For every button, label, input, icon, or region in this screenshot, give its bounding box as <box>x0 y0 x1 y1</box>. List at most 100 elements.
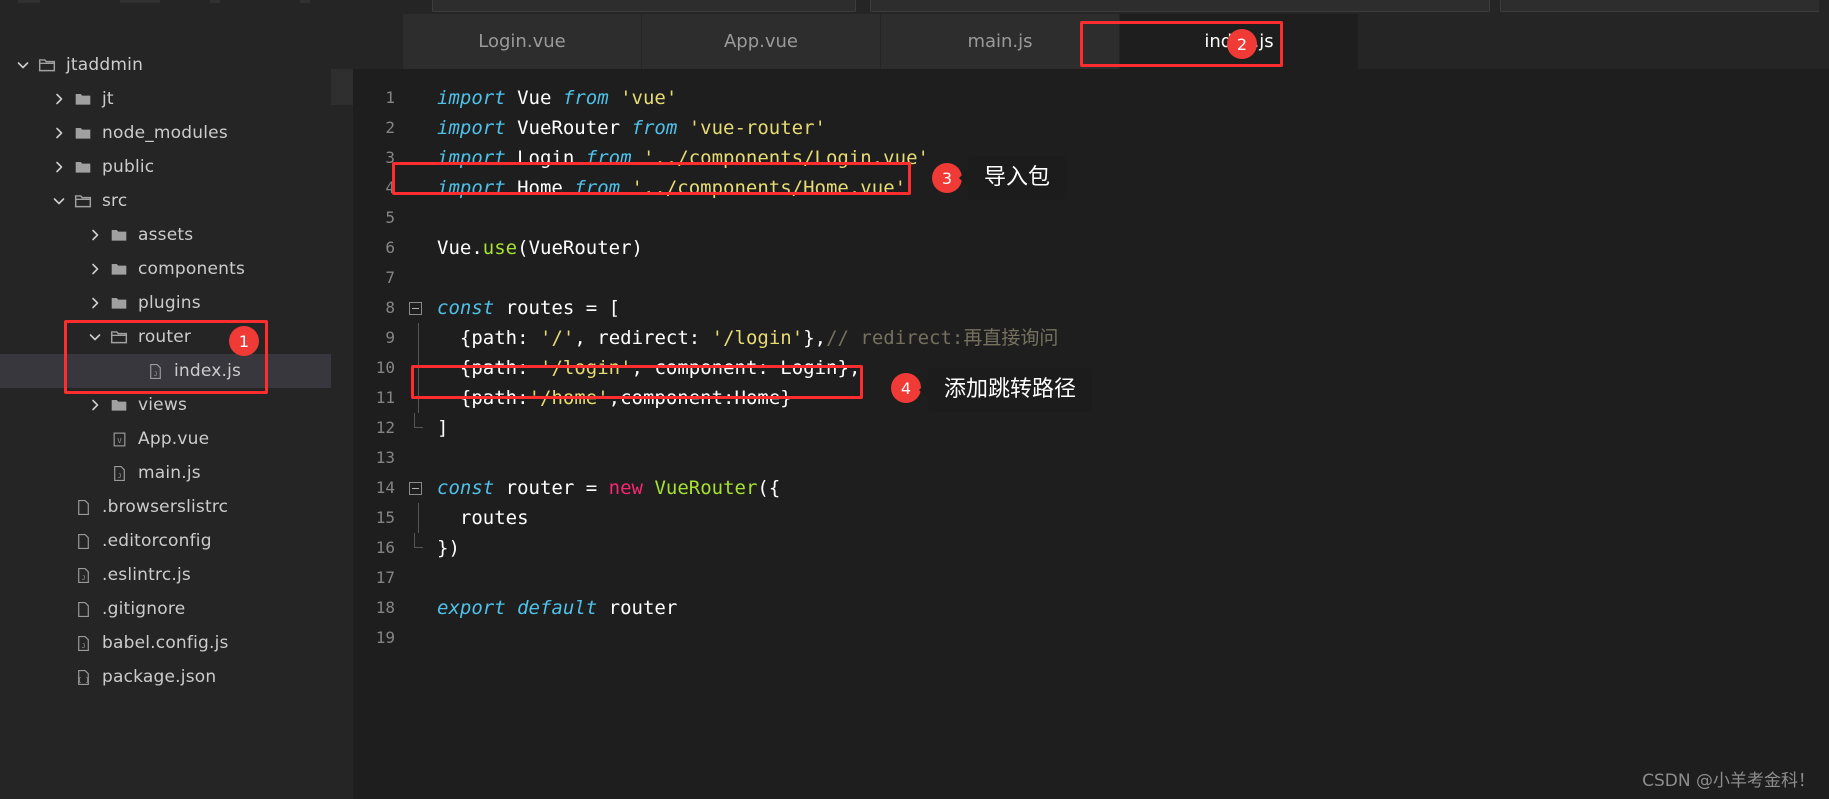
chevron-down-icon[interactable] <box>86 328 104 346</box>
explorer-item-eslintrc-js[interactable]: J .eslintrc.js <box>0 558 331 592</box>
explorer-item-components[interactable]: components <box>0 252 331 286</box>
badge-4: 4 <box>891 373 921 403</box>
chevron-down-icon[interactable] <box>50 192 68 210</box>
chevron-right-icon[interactable] <box>86 294 104 312</box>
chevron-right-icon[interactable] <box>50 158 68 176</box>
explorer-item-gitignore[interactable]: .gitignore <box>0 592 331 626</box>
explorer-item-label: .browserslistrc <box>102 497 229 517</box>
explorer-item-package-json[interactable]: { } package.json <box>0 660 331 694</box>
explorer-item-src[interactable]: src <box>0 184 331 218</box>
plain-file-icon <box>72 531 94 551</box>
explorer-item-index-js[interactable]: Jindex.js <box>0 354 331 388</box>
code-line-text: import Login from '../components/Login.v… <box>437 147 929 169</box>
explorer-item-router[interactable]: router <box>0 320 331 354</box>
code-line[interactable]: 5 <box>353 203 1829 233</box>
badge-1: 1 <box>229 326 259 356</box>
explorer-item-editorconfig[interactable]: .editorconfig <box>0 524 331 558</box>
explorer-item-views[interactable]: views <box>0 388 331 422</box>
explorer-file-tree[interactable]: jtaddmin jt node_modulespublic src assets com… <box>0 14 331 799</box>
code-line[interactable]: 18 export default router <box>353 593 1829 623</box>
code-line[interactable]: 7 <box>353 263 1829 293</box>
chevron-right-icon[interactable] <box>50 90 68 108</box>
line-number: 16 <box>375 538 395 557</box>
explorer-item-label: src <box>102 191 128 211</box>
svg-text:J: J <box>81 573 85 581</box>
editor-tab-label: Login.vue <box>478 31 566 52</box>
tab-bar-leading-space <box>331 14 403 69</box>
explorer-item-label: public <box>102 157 155 177</box>
js-file-icon: J <box>108 463 130 483</box>
code-line[interactable]: 1 import Vue from 'vue' <box>353 83 1829 113</box>
explorer-item-jtaddmin[interactable]: jtaddmin <box>0 48 331 82</box>
line-number: 13 <box>375 448 395 467</box>
code-line-text: ] <box>437 417 449 439</box>
editor-tab-bar[interactable]: Login.vueApp.vuemain.jsindex.js <box>331 14 1829 69</box>
explorer-item-app-vue[interactable]: V App.vue <box>0 422 331 456</box>
code-line-text: {path: '/', redirect: '/login'},// redir… <box>459 327 1059 349</box>
editor-tab-login-vue[interactable]: Login.vue <box>403 14 642 69</box>
code-line[interactable]: 19 <box>353 623 1829 653</box>
code-line[interactable]: 14 const router = new VueRouter({ <box>353 473 1829 503</box>
code-line[interactable]: 12] <box>353 413 1829 443</box>
svg-text:J: J <box>117 471 121 479</box>
code-line[interactable]: 3 import Login from '../components/Login.… <box>353 143 1829 173</box>
explorer-item-plugins[interactable]: plugins <box>0 286 331 320</box>
line-number: 4 <box>385 178 395 197</box>
chevron-right-icon[interactable] <box>86 396 104 414</box>
minimap-gutter[interactable] <box>331 69 353 799</box>
chevron-right-icon[interactable] <box>50 124 68 142</box>
chevron-down-icon[interactable] <box>14 56 32 74</box>
callout-add-route: 添加跳转路径 <box>918 368 1093 413</box>
explorer-item-public[interactable]: public <box>0 150 331 184</box>
explorer-item-main-js[interactable]: Jmain.js <box>0 456 331 490</box>
code-line[interactable]: 2 import VueRouter from 'vue-router' <box>353 113 1829 143</box>
minimap-slider[interactable] <box>331 69 353 105</box>
explorer-item-babel-config-js[interactable]: Jbabel.config.js <box>0 626 331 660</box>
line-number: 2 <box>385 118 395 137</box>
fold-guide-line <box>405 353 425 383</box>
folder-open-icon <box>36 55 58 75</box>
code-line[interactable]: 17 <box>353 563 1829 593</box>
explorer-item-label: index.js <box>174 361 242 381</box>
line-number: 10 <box>375 358 395 377</box>
fold-guide-end <box>405 413 425 443</box>
line-number: 1 <box>385 88 395 107</box>
explorer-item-label: main.js <box>138 463 201 483</box>
code-line[interactable]: 15 routes <box>353 503 1829 533</box>
explorer-item-node-modules[interactable]: node_modules <box>0 116 331 150</box>
code-editor-lines[interactable]: 1 import Vue from 'vue' 2 import VueRouter … <box>353 83 1829 799</box>
code-line[interactable]: 6 Vue.use(VueRouter) <box>353 233 1829 263</box>
top-panel-chip <box>432 0 856 12</box>
explorer-item-label: node_modules <box>102 123 228 143</box>
explorer-item-jt[interactable]: jt <box>0 82 331 116</box>
line-number: 12 <box>375 418 395 437</box>
chevron-right-icon[interactable] <box>86 226 104 244</box>
line-number: 3 <box>385 148 395 167</box>
code-pane[interactable]: 1 import Vue from 'vue' 2 import VueRouter … <box>331 69 1829 799</box>
code-line[interactable]: 13 <box>353 443 1829 473</box>
folder-icon <box>72 157 94 177</box>
code-line-text: const routes = [ <box>437 297 621 319</box>
csdn-watermark: CSDN @小羊考金科！ <box>1642 771 1815 791</box>
chevron-right-icon[interactable] <box>86 260 104 278</box>
fold-toggle-icon[interactable] <box>405 481 425 495</box>
code-line-text: const router = new VueRouter({ <box>437 477 781 499</box>
fold-toggle-icon[interactable] <box>405 301 425 315</box>
editor-tab-main-js[interactable]: main.js <box>881 14 1120 69</box>
json-file-icon: { } <box>72 667 94 687</box>
folder-icon <box>108 293 130 313</box>
code-line-text: import Home from '../components/Home.vue… <box>437 177 907 199</box>
explorer-item-label: views <box>138 395 188 415</box>
code-line-text: {path: '/login', component: Login}, <box>459 357 861 379</box>
explorer-item-assets[interactable]: assets <box>0 218 331 252</box>
explorer-item-browserslistrc[interactable]: .browserslistrc <box>0 490 331 524</box>
code-line[interactable]: 4 import Home from '../components/Home.vu… <box>353 173 1829 203</box>
editor-tab-app-vue[interactable]: App.vue <box>642 14 881 69</box>
code-line[interactable]: 9 {path: '/', redirect: '/login'},// red… <box>353 323 1829 353</box>
code-line-text: import VueRouter from 'vue-router' <box>437 117 826 139</box>
explorer-item-label: App.vue <box>138 429 210 449</box>
svg-text:V: V <box>117 436 122 445</box>
line-number: 5 <box>385 208 395 227</box>
code-line[interactable]: 8 const routes = [ <box>353 293 1829 323</box>
code-line[interactable]: 16}) <box>353 533 1829 563</box>
